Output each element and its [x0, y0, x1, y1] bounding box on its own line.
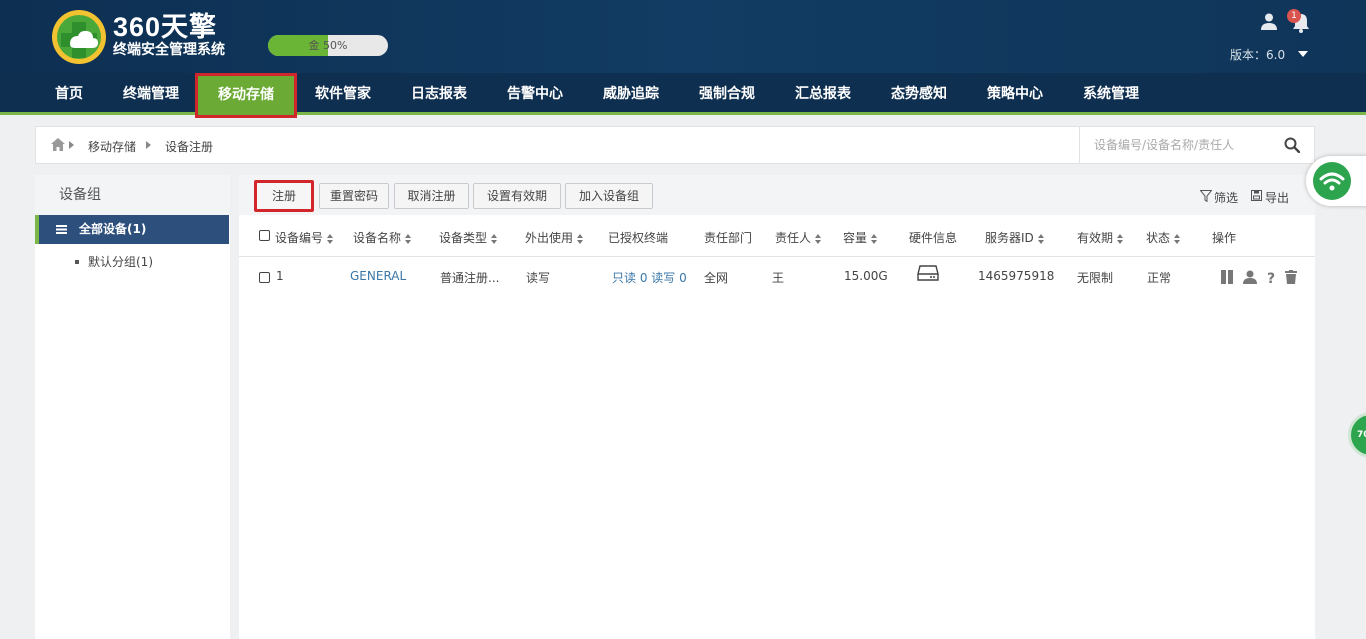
column-authorized: 已授权终端	[608, 231, 669, 245]
group-item-all-devices[interactable]: 全部设备(1)	[35, 215, 229, 244]
list-icon	[56, 225, 67, 234]
logo-title: 360天擎	[113, 12, 218, 42]
notification-badge: 1	[1287, 9, 1301, 23]
breadcrumb-item-mobile-storage[interactable]: 移动存储	[88, 138, 136, 155]
select-all-checkbox[interactable]	[259, 230, 270, 241]
nav-item-summary[interactable]: 汇总报表	[795, 73, 851, 115]
nav-item-mobile-storage[interactable]: 移动存储	[195, 73, 297, 118]
column-device-name[interactable]: 设备名称	[353, 229, 412, 246]
unregister-button[interactable]: 取消注册	[394, 183, 469, 209]
sort-icon[interactable]	[577, 233, 584, 244]
breadcrumb: 移动存储 设备注册	[35, 126, 1315, 164]
toolbar: 注册 重置密码 取消注册 设置有效期 加入设备组 筛选 导出	[239, 175, 1315, 215]
cell-dept: 全网	[704, 271, 729, 285]
main-nav: 首页 终端管理 移动存储 软件管家 日志报表 告警中心 威胁追踪 强制合规 汇总…	[0, 73, 1366, 118]
svg-text:?: ?	[1267, 271, 1275, 284]
column-server-id[interactable]: 服务器ID	[985, 229, 1045, 246]
trash-icon[interactable]	[1284, 270, 1298, 284]
search-box	[1079, 127, 1315, 163]
search-icon[interactable]	[1284, 137, 1300, 153]
home-icon[interactable]	[51, 138, 65, 151]
column-dept: 责任部门	[704, 231, 753, 245]
chevron-down-icon[interactable]	[1298, 51, 1308, 57]
add-to-group-button[interactable]: 加入设备组	[565, 183, 653, 209]
column-status[interactable]: 状态	[1146, 229, 1181, 246]
speed-widget[interactable]: 70	[1348, 412, 1366, 458]
cell-device-name[interactable]: GENERAL	[350, 269, 406, 283]
logo-icon	[52, 10, 106, 64]
nav-item-home[interactable]: 首页	[55, 73, 83, 115]
cell-device-id: 1	[276, 269, 284, 283]
table-row: 1 GENERAL 普通注册... 读写 只读 0 读写 0 全网 王 15.0…	[239, 257, 1315, 297]
reset-password-button[interactable]: 重置密码	[319, 183, 389, 209]
sort-icon[interactable]	[327, 233, 334, 244]
cell-out-use: 读写	[526, 271, 551, 285]
row-checkbox[interactable]	[259, 272, 270, 283]
logo-subtitle: 终端安全管理系统	[113, 42, 225, 58]
filter-icon[interactable]	[1200, 190, 1212, 202]
sort-icon[interactable]	[491, 233, 498, 244]
export-button[interactable]: 导出	[1265, 189, 1289, 206]
cell-status: 正常	[1147, 271, 1172, 285]
column-owner[interactable]: 责任人	[775, 229, 822, 246]
network-widget[interactable]	[1306, 156, 1366, 206]
user-icon[interactable]	[1243, 270, 1257, 284]
help-icon[interactable]: ?	[1264, 270, 1278, 284]
cell-owner: 王	[772, 271, 785, 285]
column-device-type[interactable]: 设备类型	[439, 229, 498, 246]
cell-authorized[interactable]: 只读 0 读写 0	[612, 269, 687, 286]
sort-icon[interactable]	[871, 233, 878, 244]
device-list-panel: 注册 重置密码 取消注册 设置有效期 加入设备组 筛选 导出 设备编号 设备名称…	[239, 175, 1315, 639]
sort-icon[interactable]	[815, 233, 822, 244]
hard-drive-icon[interactable]	[917, 265, 939, 281]
column-actions: 操作	[1212, 231, 1237, 245]
column-out-use[interactable]: 外出使用	[525, 229, 584, 246]
user-icon[interactable]	[1260, 12, 1278, 30]
cell-server-id: 1465975918	[978, 269, 1055, 283]
group-item-default-label: 默认分组(1)	[88, 255, 153, 269]
register-button[interactable]: 注册	[254, 180, 314, 212]
column-device-id[interactable]: 设备编号	[275, 229, 334, 246]
search-input[interactable]	[1094, 135, 1274, 155]
sort-icon[interactable]	[1117, 233, 1124, 244]
chevron-right-icon	[146, 141, 151, 149]
nav-item-situation[interactable]: 态势感知	[891, 73, 947, 115]
nav-item-policy[interactable]: 策略中心	[987, 73, 1043, 115]
export-icon[interactable]	[1251, 190, 1262, 201]
bullet-icon	[75, 260, 79, 264]
cell-validity: 无限制	[1077, 271, 1114, 285]
nav-item-compliance[interactable]: 强制合规	[699, 73, 755, 115]
group-item-all-label: 全部设备(1)	[79, 222, 147, 236]
group-item-default[interactable]: 默认分组(1)	[35, 251, 229, 273]
progress-text: 金 50%	[308, 39, 348, 52]
sort-icon[interactable]	[1174, 233, 1181, 244]
version-label[interactable]: 版本：6.0	[1230, 46, 1285, 63]
nav-item-terminal[interactable]: 终端管理	[123, 73, 179, 115]
nav-item-system[interactable]: 系统管理	[1083, 73, 1139, 115]
app-header: 360天擎 终端安全管理系统 金 50% 1 版本：6.0	[0, 0, 1366, 73]
progress-bar[interactable]: 金 50%	[268, 35, 388, 56]
cell-capacity: 15.00G	[844, 269, 888, 283]
column-capacity[interactable]: 容量	[843, 229, 878, 246]
wifi-icon	[1313, 162, 1351, 200]
nav-item-software[interactable]: 软件管家	[315, 73, 371, 115]
column-hardware: 硬件信息	[909, 231, 958, 245]
nav-item-alert[interactable]: 告警中心	[507, 73, 563, 115]
sort-icon[interactable]	[405, 233, 412, 244]
nav-item-log-report[interactable]: 日志报表	[411, 73, 467, 115]
device-group-title: 设备组	[35, 175, 230, 215]
pause-icon[interactable]	[1220, 270, 1234, 284]
breadcrumb-item-device-register: 设备注册	[165, 140, 214, 154]
chevron-right-icon	[69, 141, 74, 149]
column-validity[interactable]: 有效期	[1077, 229, 1124, 246]
cell-device-type: 普通注册...	[440, 271, 500, 285]
table-header: 设备编号 设备名称 设备类型 外出使用 已授权终端 责任部门 责任人 容量 硬件…	[239, 215, 1315, 257]
sort-icon[interactable]	[1037, 233, 1045, 244]
set-validity-button[interactable]: 设置有效期	[473, 183, 561, 209]
device-group-panel: 设备组 全部设备(1) 默认分组(1)	[35, 175, 230, 639]
filter-button[interactable]: 筛选	[1214, 189, 1238, 206]
nav-item-threat[interactable]: 威胁追踪	[603, 73, 659, 115]
